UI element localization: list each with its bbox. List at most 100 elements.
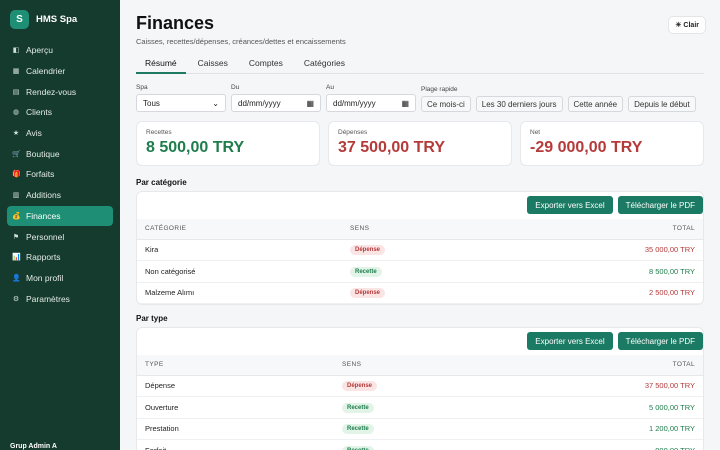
- tab-categories[interactable]: Catégories: [295, 57, 354, 74]
- sidebar-nav: ◧ Aperçu ▦ Calendrier ▤ Rendez-vous ◍ Clients ★ A…: [0, 38, 120, 311]
- row-total: 1 200,00 TRY: [494, 418, 703, 440]
- column-header-sense[interactable]: SENS: [342, 219, 500, 240]
- sidebar-item-clients[interactable]: ◍ Clients: [7, 102, 113, 123]
- column-header-type[interactable]: TYPE: [137, 355, 334, 376]
- sidebar-item-calendrier[interactable]: ▦ Calendrier: [7, 61, 113, 82]
- by-category-panel: Exporter vers Excel Télécharger le PDF C…: [136, 191, 704, 305]
- sidebar-item-forfaits[interactable]: 🎁 Forfaits: [7, 164, 113, 185]
- export-excel-button[interactable]: Exporter vers Excel: [527, 332, 613, 350]
- row-total: 37 500,00 TRY: [494, 375, 703, 397]
- expense-card: Dépenses 37 500,00 TRY: [328, 121, 512, 166]
- sidebar-item-aper-u[interactable]: ◧ Aperçu: [7, 40, 113, 61]
- sidebar-item-mon-profil[interactable]: 👤 Mon profil: [7, 268, 113, 289]
- table-row: Forfait Recette 900,00 TRY: [137, 439, 703, 450]
- column-header-category[interactable]: CATÉGORIE: [137, 219, 342, 240]
- by-type-panel: Exporter vers Excel Télécharger le PDF T…: [136, 327, 704, 450]
- row-sense-cell: Dépense: [342, 239, 500, 261]
- tab-resume[interactable]: Résumé: [136, 57, 186, 74]
- sidebar-item-label: Paramètres: [26, 293, 70, 304]
- row-sense-cell: Recette: [334, 396, 495, 419]
- sidebar-item-additions[interactable]: ▥ Additions: [7, 185, 113, 206]
- download-pdf-button[interactable]: Télécharger le PDF: [617, 332, 703, 350]
- flag-icon: ⚑: [12, 233, 20, 241]
- spa-label: Spa: [136, 84, 148, 91]
- chevron-down-icon: ⌄: [212, 98, 219, 108]
- tab-comptes[interactable]: Comptes: [240, 57, 292, 74]
- expense-label: Dépenses: [338, 129, 368, 136]
- sidebar-item-avis[interactable]: ★ Avis: [7, 123, 113, 144]
- sidebar-item-rapports[interactable]: 📊 Rapports: [7, 247, 113, 268]
- income-value: 8 500,00 TRY: [146, 139, 245, 156]
- row-name: Forfait: [137, 439, 334, 450]
- from-date-input[interactable]: dd/mm/yyyy ▦: [231, 94, 321, 112]
- gift-icon: 🎁: [12, 171, 21, 179]
- logo-icon: S: [10, 9, 29, 29]
- to-label: Au: [326, 84, 334, 91]
- calendar-icon: ▦: [306, 98, 314, 108]
- row-total: 5 000,00 TRY: [494, 396, 703, 419]
- sidebar-item-label: Rendez-vous: [26, 86, 77, 97]
- row-name: Malzeme Alımı: [137, 282, 342, 304]
- quick-since-start-button[interactable]: Depuis le début: [628, 96, 696, 112]
- column-header-total[interactable]: TOTAL: [494, 355, 703, 376]
- quick-this-year-button[interactable]: Cette année: [567, 96, 624, 112]
- current-user: Grup Admin A: [10, 443, 57, 450]
- sidebar-item-personnel[interactable]: ⚑ Personnel: [7, 226, 113, 247]
- row-sense-cell: Dépense: [334, 375, 495, 397]
- tab-caisses[interactable]: Caisses: [189, 57, 237, 74]
- table-row: Non catégorisé Recette 8 500,00 TRY: [137, 260, 703, 283]
- download-pdf-button[interactable]: Télécharger le PDF: [617, 196, 703, 214]
- calendar-icon: ▦: [12, 68, 20, 76]
- brand[interactable]: S HMS Spa: [0, 0, 120, 38]
- column-header-total[interactable]: TOTAL: [499, 219, 703, 240]
- receipt-icon: ▥: [12, 192, 20, 200]
- overview-icon: ◧: [12, 47, 20, 55]
- table-row: Dépense Dépense 37 500,00 TRY: [137, 375, 703, 397]
- row-sense-cell: Dépense: [342, 282, 500, 304]
- quick-this-month-button[interactable]: Ce mois-ci: [421, 96, 471, 112]
- chart-icon: 📊: [12, 254, 21, 262]
- sidebar-item-label: Aperçu: [26, 45, 53, 56]
- sidebar-item-rendez-vous[interactable]: ▤ Rendez-vous: [7, 81, 113, 102]
- from-label: Du: [231, 84, 240, 91]
- export-excel-button[interactable]: Exporter vers Excel: [527, 196, 613, 214]
- list-icon: ▤: [12, 88, 20, 96]
- to-date-input[interactable]: dd/mm/yyyy ▦: [326, 94, 416, 112]
- page-subtitle: Caisses, recettes/dépenses, créances/det…: [136, 37, 346, 46]
- expense-value: 37 500,00 TRY: [338, 139, 446, 156]
- sidebar-item-label: Additions: [26, 190, 61, 201]
- status-badge: Dépense: [350, 245, 386, 256]
- sidebar-item-label: Rapports: [26, 252, 61, 263]
- quick-last-30-days-button[interactable]: Les 30 derniers jours: [475, 96, 563, 112]
- income-card: Recettes 8 500,00 TRY: [136, 121, 320, 166]
- sidebar: S HMS Spa ◧ Aperçu ▦ Calendrier ▤ Rendez-vous…: [0, 0, 120, 450]
- calendar-icon: ▦: [401, 98, 409, 108]
- sidebar-item-label: Forfaits: [26, 169, 55, 180]
- table-row: Kira Dépense 35 000,00 TRY: [137, 239, 703, 261]
- spa-select[interactable]: Tous ⌄: [136, 94, 226, 112]
- page-title: Finances: [136, 13, 215, 33]
- column-header-sense[interactable]: SENS: [334, 355, 495, 376]
- cart-icon: 🛒: [12, 150, 21, 158]
- status-badge: Recette: [342, 424, 374, 435]
- net-card: Net -29 000,00 TRY: [520, 121, 704, 166]
- row-name: Dépense: [137, 375, 334, 397]
- row-sense-cell: Recette: [342, 260, 500, 283]
- status-badge: Recette: [342, 445, 374, 450]
- sidebar-item-label: Finances: [26, 210, 61, 221]
- theme-toggle-button[interactable]: ☀ Clair: [668, 16, 706, 34]
- status-badge: Dépense: [342, 381, 378, 392]
- status-badge: Recette: [342, 402, 374, 413]
- row-total: 35 000,00 TRY: [499, 239, 703, 261]
- row-total: 900,00 TRY: [494, 439, 703, 450]
- by-category-table: CATÉGORIE SENS TOTAL Kira Dépense 35 000,0…: [137, 219, 703, 304]
- table-row: Prestation Recette 1 200,00 TRY: [137, 418, 703, 440]
- status-badge: Recette: [350, 266, 382, 277]
- gear-icon: ⚙: [12, 295, 20, 303]
- sidebar-item-label: Calendrier: [26, 66, 66, 77]
- clients-icon: ◍: [12, 109, 20, 117]
- sidebar-item-param-tres[interactable]: ⚙ Paramètres: [7, 288, 113, 309]
- sidebar-item-boutique[interactable]: 🛒 Boutique: [7, 143, 113, 164]
- sidebar-item-finances[interactable]: 💰 Finances: [7, 205, 113, 227]
- sidebar-item-label: Avis: [26, 128, 42, 139]
